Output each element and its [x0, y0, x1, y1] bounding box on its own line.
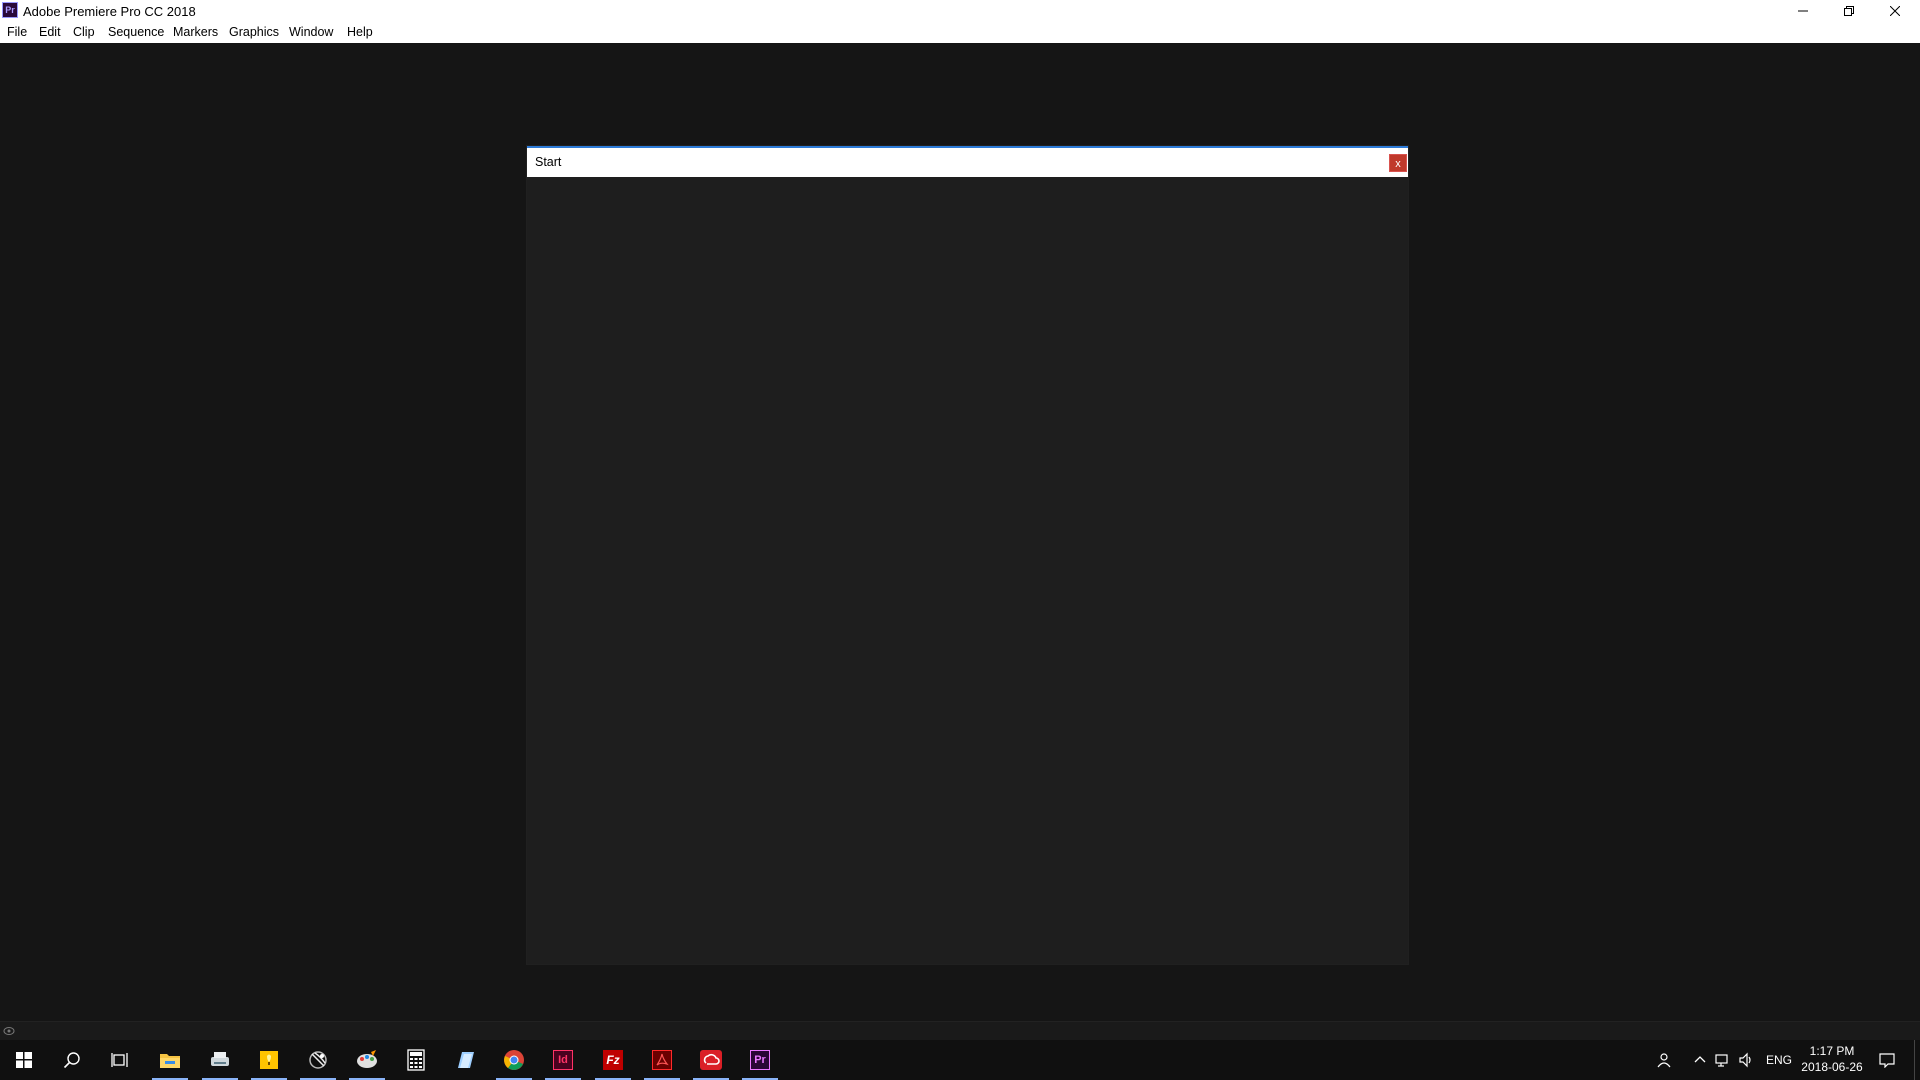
taskbar-creative-cloud[interactable] [687, 1040, 735, 1080]
taskbar-chrome[interactable] [490, 1040, 538, 1080]
minimize-button[interactable] [1780, 0, 1826, 22]
restore-icon [1844, 6, 1854, 16]
scanner-icon [211, 1052, 229, 1066]
taskbar-notes-app[interactable] [441, 1040, 489, 1080]
clock-time: 1:17 PM [1809, 1044, 1855, 1058]
menu-edit[interactable]: Edit [39, 25, 61, 39]
premiere-icon: Pr [750, 1050, 770, 1070]
indesign-label: Id [558, 1054, 568, 1066]
menu-sequence[interactable]: Sequence [108, 25, 164, 39]
taskbar: Id Fz Pr ENG 1:17 PM 2018-06-26 [0, 1040, 1920, 1080]
close-button[interactable] [1872, 0, 1918, 22]
file-explorer-icon [160, 1054, 180, 1068]
search-icon [63, 1052, 80, 1069]
taskbar-paint[interactable] [343, 1040, 391, 1080]
title-bar: Pr Adobe Premiere Pro CC 2018 [0, 0, 1920, 22]
taskbar-calculator[interactable] [392, 1040, 440, 1080]
taskbar-premiere[interactable]: Pr [736, 1040, 784, 1080]
start-dialog: Start x [527, 146, 1408, 964]
windows-start-icon [16, 1052, 32, 1068]
taskbar-scanner[interactable] [196, 1040, 244, 1080]
volume-icon[interactable] [1738, 1052, 1754, 1068]
people-icon[interactable] [1656, 1052, 1672, 1068]
paint-icon [357, 1050, 377, 1068]
search-button[interactable] [48, 1040, 96, 1080]
chevron-up-icon[interactable] [1692, 1052, 1708, 1068]
dialog-content [527, 177, 1408, 964]
menu-markers[interactable]: Markers [173, 25, 218, 39]
premiere-app-icon: Pr [2, 2, 18, 18]
chrome-icon [504, 1050, 524, 1070]
satellite-icon [309, 1051, 327, 1069]
dialog-title: Start [535, 155, 562, 169]
status-bar [0, 1021, 1920, 1040]
language-indicator[interactable]: ENG [1766, 1053, 1792, 1067]
clock-date: 2018-06-26 [1801, 1060, 1863, 1074]
close-icon [1890, 6, 1900, 16]
notes-app-icon [458, 1052, 474, 1068]
taskbar-acrobat[interactable] [638, 1040, 686, 1080]
notification-icon[interactable] [1879, 1052, 1895, 1068]
taskbar-file-explorer[interactable] [146, 1040, 194, 1080]
task-view-button[interactable] [96, 1040, 144, 1080]
menu-window[interactable]: Window [289, 25, 333, 39]
filezilla-label: Fz [606, 1053, 620, 1067]
task-view-icon [111, 1053, 128, 1067]
indesign-icon: Id [553, 1050, 573, 1070]
restore-button[interactable] [1826, 0, 1872, 22]
menu-help[interactable]: Help [347, 25, 373, 39]
show-desktop-button[interactable] [1914, 1040, 1920, 1080]
window-title: Adobe Premiere Pro CC 2018 [23, 4, 196, 19]
start-button[interactable] [0, 1040, 48, 1080]
taskbar-indesign[interactable]: Id [539, 1040, 587, 1080]
taskbar-sticky-notes[interactable] [245, 1040, 293, 1080]
status-icon[interactable] [3, 1025, 15, 1037]
premiere-label: Pr [754, 1054, 766, 1066]
dialog-close-button[interactable]: x [1389, 154, 1407, 172]
clock[interactable]: 1:17 PM 2018-06-26 [1800, 1044, 1864, 1074]
acrobat-icon [652, 1050, 672, 1070]
network-icon[interactable] [1715, 1052, 1731, 1068]
menu-graphics[interactable]: Graphics [229, 25, 279, 39]
calculator-icon [407, 1049, 425, 1071]
filezilla-icon: Fz [603, 1050, 623, 1070]
sticky-notes-icon [260, 1051, 278, 1069]
dialog-header: Start x [527, 146, 1408, 177]
taskbar-filezilla[interactable]: Fz [589, 1040, 637, 1080]
menu-bar: File Edit Clip Sequence Markers Graphics… [0, 22, 1920, 43]
taskbar-satellite[interactable] [294, 1040, 342, 1080]
menu-clip[interactable]: Clip [73, 25, 95, 39]
menu-file[interactable]: File [7, 25, 27, 39]
creative-cloud-icon [700, 1050, 722, 1070]
minimize-icon [1798, 10, 1808, 12]
